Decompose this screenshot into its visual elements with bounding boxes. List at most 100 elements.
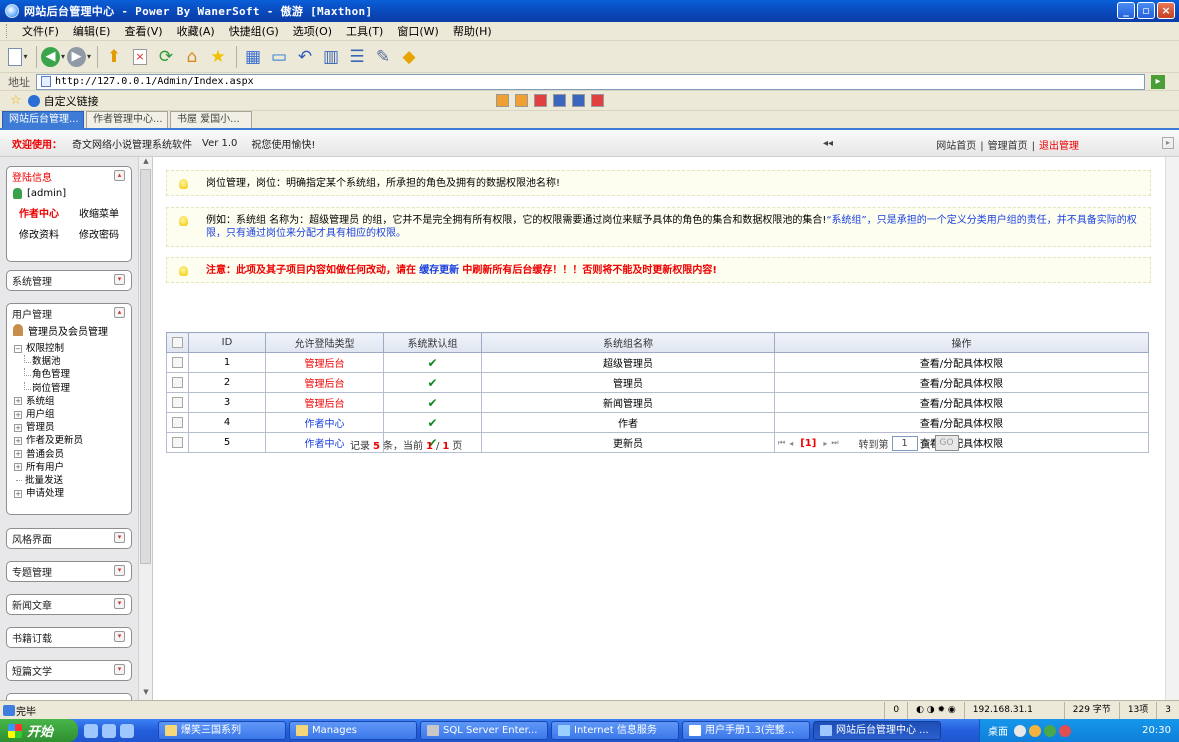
tree-item-roles[interactable]: 角色管理 [14, 368, 131, 381]
plus-icon[interactable]: + [14, 489, 22, 498]
row-checkbox[interactable] [172, 436, 183, 448]
stop-icon[interactable]: × [128, 45, 152, 69]
start-button[interactable]: 开始 [0, 719, 78, 742]
change-password-link[interactable]: 修改密码 [79, 226, 139, 241]
expand-toggle-icon[interactable]: ▾ [114, 532, 125, 543]
star-icon[interactable]: ☆ [10, 93, 22, 108]
news-panel[interactable]: 新闻文章 ▾ [6, 594, 132, 615]
next-page-icon[interactable]: ▸ [823, 439, 827, 448]
row-select[interactable] [166, 432, 189, 453]
row-select[interactable] [166, 372, 189, 393]
tab-bookhouse[interactable]: 书屋 爱国小... [170, 111, 252, 128]
admin-home-link[interactable]: 管理首页 [988, 141, 1028, 152]
topic-panel-header[interactable]: 专题管理 ▾ [7, 562, 131, 581]
tree-node-system-group[interactable]: + 系统组 [14, 395, 131, 408]
media-quick-icon[interactable] [120, 723, 134, 738]
plus-icon[interactable]: + [14, 463, 22, 472]
row-checkbox[interactable] [172, 356, 183, 368]
popup-count[interactable]: 0 [884, 702, 907, 719]
tray-icon[interactable] [1059, 724, 1071, 737]
maximize-button[interactable]: ▫ [1137, 2, 1155, 19]
ie-quick-icon[interactable] [84, 723, 98, 738]
books-panel-header[interactable]: 书籍订载 ▾ [7, 628, 131, 647]
menu-favorites[interactable]: 收藏(A) [170, 23, 222, 39]
tree-node-user-group[interactable]: + 用户组 [14, 408, 131, 421]
login-panel-header[interactable]: 登陆信息 ▴ [7, 167, 131, 185]
close-all-icon[interactable] [591, 94, 604, 107]
style-panel-header[interactable]: 风格界面 ▾ [7, 529, 131, 548]
content-scrollbar[interactable] [1165, 157, 1179, 700]
author-center-link[interactable]: 作者中心 [19, 205, 79, 220]
window-icon[interactable] [572, 94, 585, 107]
new-page-icon[interactable]: ▾ [6, 45, 30, 69]
goto-page-input[interactable]: 1 [891, 435, 918, 451]
scroll-thumb[interactable] [140, 169, 151, 564]
desktop-toolbar-label[interactable]: 桌面 [988, 723, 1008, 738]
edit-profile-link[interactable]: 修改资料 [19, 226, 79, 241]
tree-node-applications[interactable]: + 申请处理 [14, 487, 131, 500]
save-icon[interactable] [553, 94, 566, 107]
desktop-quick-icon[interactable] [102, 723, 116, 738]
site-home-link[interactable]: 网站首页 [936, 141, 976, 152]
prev-tab-icon[interactable] [496, 94, 509, 107]
prev-page-icon[interactable]: ◂ [789, 439, 793, 448]
cell-action[interactable]: 查看/分配具体权限 [774, 352, 1149, 373]
scroll-up-icon[interactable]: ▲ [139, 157, 153, 169]
books-panel[interactable]: 书籍订载 ▾ [6, 627, 132, 648]
close-button[interactable]: × [1157, 2, 1175, 19]
cell-action[interactable]: 查看/分配具体权限 [774, 372, 1149, 393]
home-icon[interactable]: ⌂ [180, 45, 204, 69]
task-item[interactable]: 用户手册1.3(完整... [682, 721, 810, 740]
screen-icon[interactable]: ▭ [267, 45, 291, 69]
tree-item-bulk-send[interactable]: 批量发送 [14, 474, 131, 487]
expand-toggle-icon[interactable]: ▾ [114, 274, 125, 285]
close-tab-icon[interactable] [534, 94, 547, 107]
menu-options[interactable]: 选项(O) [286, 23, 339, 39]
plus-icon[interactable]: + [14, 450, 22, 459]
next-tab-icon[interactable] [515, 94, 528, 107]
tray-icon[interactable] [1014, 724, 1026, 737]
row-select[interactable] [166, 392, 189, 413]
last-page-icon[interactable]: ⏭ [831, 438, 838, 448]
short-literature-panel-header[interactable]: 短篇文学 ▾ [7, 661, 131, 680]
collapse-toggle-icon[interactable]: ▴ [114, 307, 125, 318]
menu-help[interactable]: 帮助(H) [446, 23, 499, 39]
tray-icon[interactable] [1044, 724, 1056, 737]
custom-links[interactable]: 自定义链接 [44, 93, 99, 109]
page-link-current[interactable]: [1] [800, 438, 816, 449]
cell-action[interactable]: 查看/分配具体权限 [774, 392, 1149, 413]
scroll-down-icon[interactable]: ▼ [139, 688, 153, 700]
expand-toggle-icon[interactable]: ▾ [114, 631, 125, 642]
task-item[interactable]: 爆笑三国系列 [158, 721, 286, 740]
go-icon[interactable]: ▸ [1151, 74, 1165, 89]
task-item[interactable]: SQL Server Enter... [420, 721, 548, 740]
row-checkbox[interactable] [172, 396, 183, 408]
tree-item-posts[interactable]: 岗位管理 [14, 381, 131, 395]
undo-icon[interactable]: ↶ [293, 45, 317, 69]
up-icon[interactable]: ⬆ [102, 45, 126, 69]
topic-panel[interactable]: 专题管理 ▾ [6, 561, 132, 582]
user-panel-header[interactable]: 用户管理 ▴ [7, 304, 131, 322]
menu-window[interactable]: 窗口(W) [390, 23, 445, 39]
logout-link[interactable]: 退出管理 [1039, 141, 1079, 152]
system-panel-header[interactable]: 系统管理 ▾ [7, 271, 131, 290]
plus-icon[interactable]: + [14, 437, 22, 446]
short-literature-panel[interactable]: 短篇文学 ▾ [6, 660, 132, 681]
go-page-button[interactable]: GO [934, 435, 959, 451]
favorites-star-icon[interactable]: ★ [206, 45, 230, 69]
menu-tools[interactable]: 工具(T) [339, 23, 390, 39]
columns-icon[interactable]: ▥ [319, 45, 343, 69]
style-panel[interactable]: 风格界面 ▾ [6, 528, 132, 549]
tree-item-datapool[interactable]: 数据池 [14, 355, 131, 368]
first-page-icon[interactable]: ⏮ [778, 438, 785, 448]
tab-admin[interactable]: 网站后台管理... [2, 111, 84, 128]
row-checkbox[interactable] [172, 416, 183, 428]
row-select[interactable] [166, 412, 189, 433]
tab-author[interactable]: 作者管理中心... [86, 111, 168, 128]
minus-icon[interactable]: − [14, 344, 22, 353]
row-checkbox[interactable] [172, 376, 183, 388]
plus-icon[interactable]: + [14, 423, 22, 432]
plus-icon[interactable]: + [14, 410, 22, 419]
menu-groups[interactable]: 快捷组(G) [222, 23, 286, 39]
task-item[interactable]: Manages [289, 721, 417, 740]
